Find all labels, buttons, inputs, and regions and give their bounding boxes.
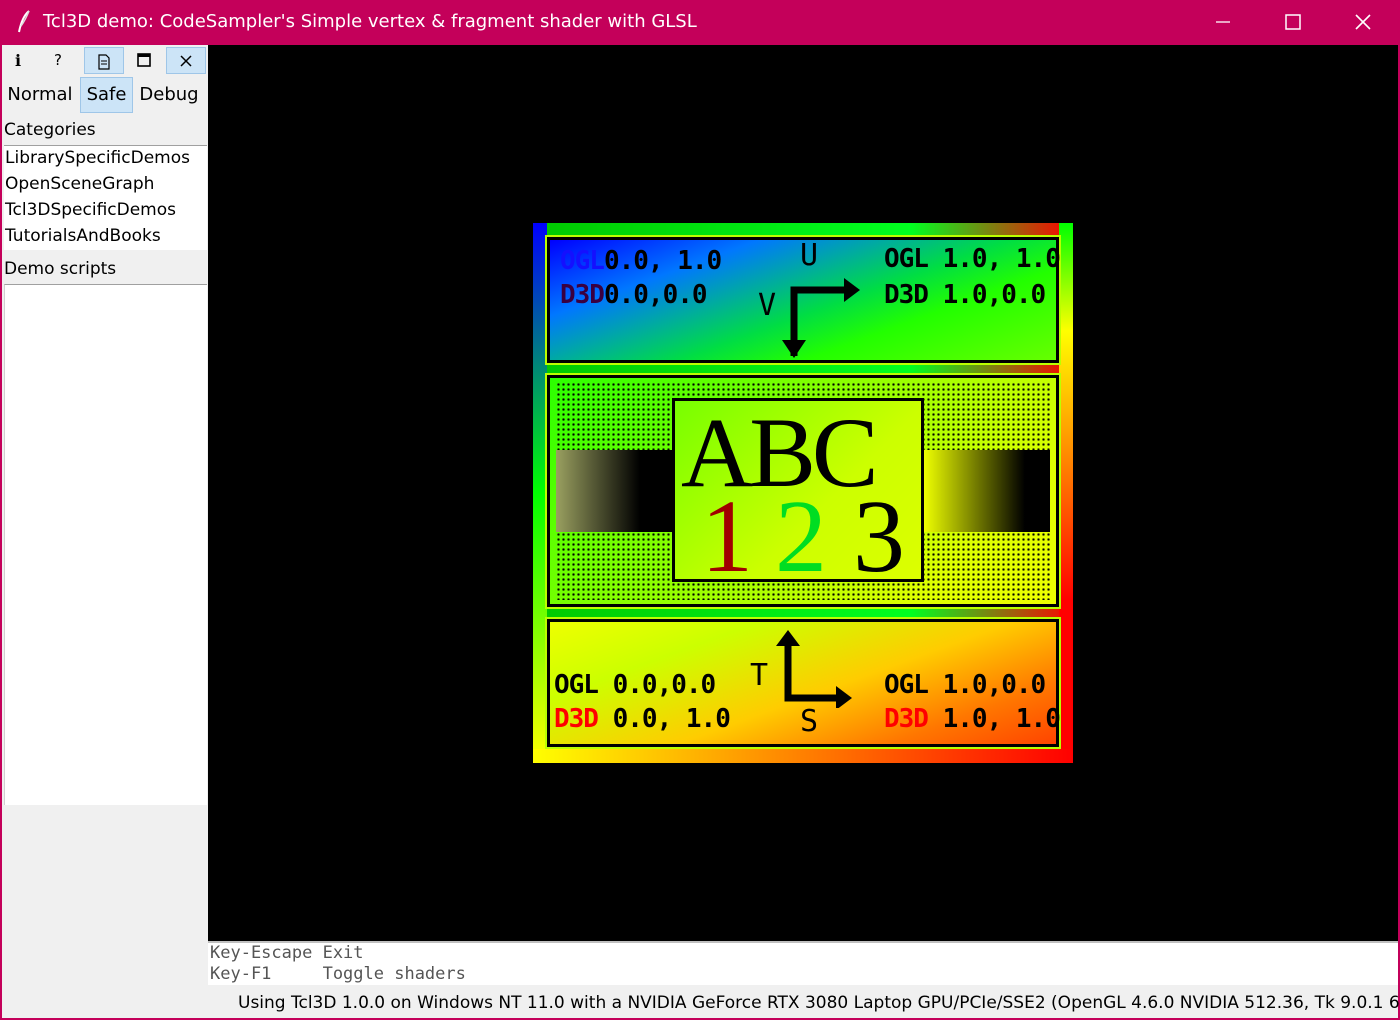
- feather-icon: [18, 10, 30, 33]
- axis-u-label: U: [800, 238, 819, 273]
- d3d-label: D3D: [884, 704, 929, 734]
- category-item[interactable]: Tcl3DSpecificDemos: [5, 200, 176, 220]
- top-right-ogl-coord: OGL 1.0, 1.0: [884, 244, 1061, 274]
- uv-axis-arrow-icon: [782, 278, 860, 358]
- document-icon: [98, 54, 110, 70]
- window-title: Tcl3D demo: CodeSampler's Simple vertex …: [43, 11, 697, 32]
- bottom-right-d3d-coord: D3D 1.0, 1.0: [884, 704, 1061, 734]
- texture-bottom-band: OGL 0.0,0.0 D3D 0.0, 1.0 OGL 1.0,0.0 D3D…: [545, 617, 1061, 749]
- d3d-label: D3D: [884, 280, 929, 310]
- ogl-label: OGL: [884, 670, 929, 700]
- mode-normal-button[interactable]: Normal: [2, 77, 78, 113]
- coord-value: 0.0, 1.0: [612, 704, 731, 734]
- opengl-viewport[interactable]: OGL0.0, 1.0 D3D0.0,0.0 OGL 1.0, 1.0 D3D …: [208, 45, 1398, 941]
- coord-value: 1.0,0.0: [942, 280, 1047, 310]
- close-window-button[interactable]: [1328, 0, 1398, 45]
- close-icon: [180, 55, 192, 67]
- texture-edge-right: [1059, 223, 1073, 763]
- mode-safe-button[interactable]: Safe: [80, 77, 133, 113]
- abc-123-box: ABC 1 2 3: [672, 397, 924, 594]
- categories-list[interactable]: LibrarySpecificDemos OpenSceneGraph Tcl3…: [4, 145, 207, 250]
- demo-scripts-list[interactable]: [4, 284, 207, 805]
- texture-edge-left: [533, 223, 547, 763]
- category-item[interactable]: OpenSceneGraph: [5, 174, 154, 194]
- minimize-icon: [1216, 21, 1230, 23]
- info-button[interactable]: i: [0, 47, 38, 74]
- bottom-left-d3d-coord: D3D 0.0, 1.0: [554, 704, 731, 734]
- coord-value: 0.0,0.0: [603, 280, 708, 310]
- status-bar: Using Tcl3D 1.0.0 on Windows NT 11.0 wit…: [238, 993, 1400, 1013]
- sidebar: i ? Normal Safe Debug Categories Library…: [2, 45, 208, 988]
- ogl-label: OGL: [560, 246, 605, 276]
- texture-middle-band: ABC 1 2 3: [545, 373, 1061, 609]
- top-left-d3d-coord: D3D0.0,0.0: [560, 280, 708, 310]
- top-right-d3d-coord: D3D 1.0,0.0: [884, 280, 1047, 310]
- ogl-label: OGL: [554, 670, 599, 700]
- digit-one: 1: [701, 479, 753, 594]
- coord-value: 1.0,0.0: [942, 670, 1047, 700]
- shader-textured-quad: OGL0.0, 1.0 D3D0.0,0.0 OGL 1.0, 1.0 D3D …: [533, 223, 1073, 763]
- window-icon: [137, 53, 151, 67]
- categories-label: Categories: [4, 120, 96, 140]
- info-icon: i: [14, 51, 22, 70]
- title-bar[interactable]: Tcl3D demo: CodeSampler's Simple vertex …: [0, 0, 1400, 45]
- axis-s-label: S: [800, 704, 819, 739]
- close-icon: [1355, 14, 1371, 30]
- help-button[interactable]: ?: [38, 47, 78, 74]
- maximize-button[interactable]: [1258, 0, 1328, 45]
- texture-top-band: OGL0.0, 1.0 D3D0.0,0.0 OGL 1.0, 1.0 D3D …: [545, 235, 1061, 365]
- coord-value: 1.0, 1.0: [942, 244, 1061, 274]
- bottom-right-ogl-coord: OGL 1.0,0.0: [884, 670, 1047, 700]
- coord-value: 1.0, 1.0: [942, 704, 1061, 734]
- view-source-button[interactable]: [84, 47, 124, 74]
- demo-scripts-label: Demo scripts: [4, 259, 117, 279]
- console-line: Key-F1 Toggle shaders: [210, 964, 466, 984]
- coord-value: 0.0,0.0: [612, 670, 717, 700]
- help-icon: ?: [54, 51, 62, 69]
- console-output[interactable]: Key-Escape Exit Key-F1 Toggle shaders: [208, 941, 1398, 985]
- coord-value: 0.0, 1.0: [603, 246, 722, 276]
- console-line: Key-Escape Exit: [210, 943, 364, 963]
- fullscreen-button[interactable]: [124, 47, 164, 74]
- bottom-left-ogl-coord: OGL 0.0,0.0: [554, 670, 717, 700]
- category-item[interactable]: LibrarySpecificDemos: [5, 148, 190, 168]
- digit-three: 3: [853, 479, 905, 594]
- mode-debug-button[interactable]: Debug: [136, 77, 202, 113]
- d3d-label: D3D: [554, 704, 599, 734]
- gradient-right: [924, 450, 1050, 532]
- digit-two: 2: [775, 479, 827, 594]
- maximize-icon: [1285, 14, 1301, 30]
- top-left-ogl-coord: OGL0.0, 1.0: [560, 246, 722, 276]
- st-axis-arrow-icon: [776, 630, 852, 708]
- gradient-left: [556, 450, 676, 532]
- ogl-label: OGL: [884, 244, 929, 274]
- category-item[interactable]: TutorialsAndBooks: [5, 226, 161, 246]
- close-demo-button[interactable]: [166, 47, 206, 74]
- d3d-label: D3D: [560, 280, 605, 310]
- sidebar-filler: [2, 805, 208, 988]
- texture-edge-bottom: [533, 749, 1073, 763]
- client-area: i ? Normal Safe Debug Categories Library…: [2, 45, 1400, 1018]
- minimize-button[interactable]: [1188, 0, 1258, 45]
